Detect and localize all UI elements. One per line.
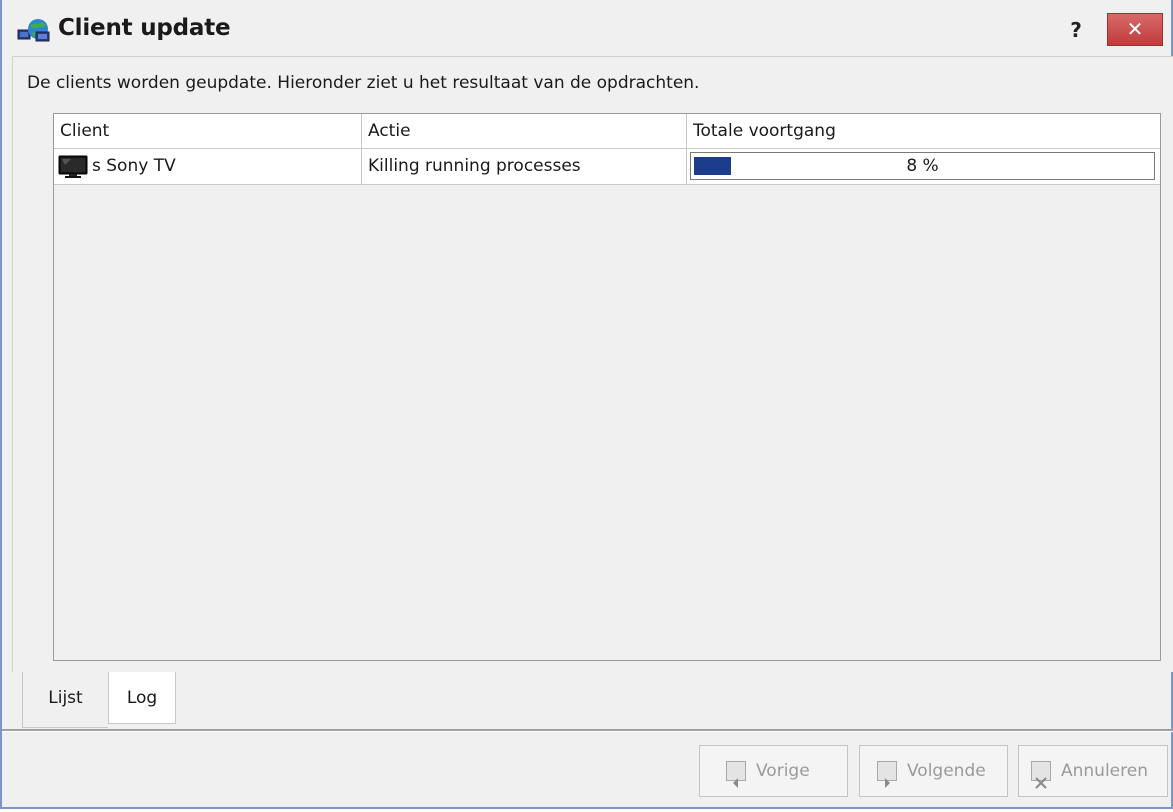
- title-bar: Client update ? ✕: [2, 0, 1171, 56]
- clients-grid[interactable]: Client Actie Totale voortgang s Sony TV …: [53, 113, 1161, 661]
- arrow-right-icon: [877, 761, 897, 788]
- cell-client: s Sony TV: [54, 149, 362, 184]
- next-button[interactable]: Volgende: [859, 745, 1008, 797]
- cancel-icon: [1031, 761, 1051, 789]
- tv-icon: [58, 155, 88, 178]
- cell-action: Killing running processes: [362, 149, 687, 184]
- client-name: s Sony TV: [92, 156, 176, 176]
- previous-button[interactable]: Vorige: [699, 745, 848, 797]
- intro-text: De clients worden geupdate. Hieronder zi…: [27, 73, 700, 93]
- next-button-label: Volgende: [907, 761, 986, 781]
- help-button[interactable]: ?: [1062, 15, 1090, 45]
- progress-label: 8 %: [906, 156, 939, 176]
- cancel-button-label: Annuleren: [1061, 761, 1148, 781]
- table-row[interactable]: s Sony TV Killing running processes 8 %: [54, 149, 1160, 185]
- footer-separator: [2, 729, 1173, 732]
- previous-button-label: Vorige: [756, 761, 810, 781]
- column-header-client[interactable]: Client: [54, 114, 362, 148]
- content-panel: De clients worden geupdate. Hieronder zi…: [12, 56, 1173, 672]
- cell-progress: 8 %: [687, 149, 1160, 184]
- client-update-dialog: Client update ? ✕ De clients worden geup…: [0, 0, 1173, 809]
- tab-lijst[interactable]: Lijst: [22, 672, 108, 728]
- network-clients-icon: [17, 19, 50, 42]
- close-icon: ✕: [1126, 17, 1144, 41]
- column-header-progress[interactable]: Totale voortgang: [687, 114, 1160, 148]
- progress-bar: 8 %: [690, 152, 1155, 180]
- close-button[interactable]: ✕: [1107, 13, 1163, 46]
- cancel-button[interactable]: Annuleren: [1018, 745, 1168, 797]
- tab-bar: Lijst Log: [12, 672, 1173, 728]
- grid-header: Client Actie Totale voortgang: [54, 114, 1160, 149]
- tab-log[interactable]: Log: [108, 672, 176, 724]
- column-header-action[interactable]: Actie: [362, 114, 687, 148]
- window-title: Client update: [58, 15, 231, 41]
- arrow-left-icon: [726, 761, 746, 788]
